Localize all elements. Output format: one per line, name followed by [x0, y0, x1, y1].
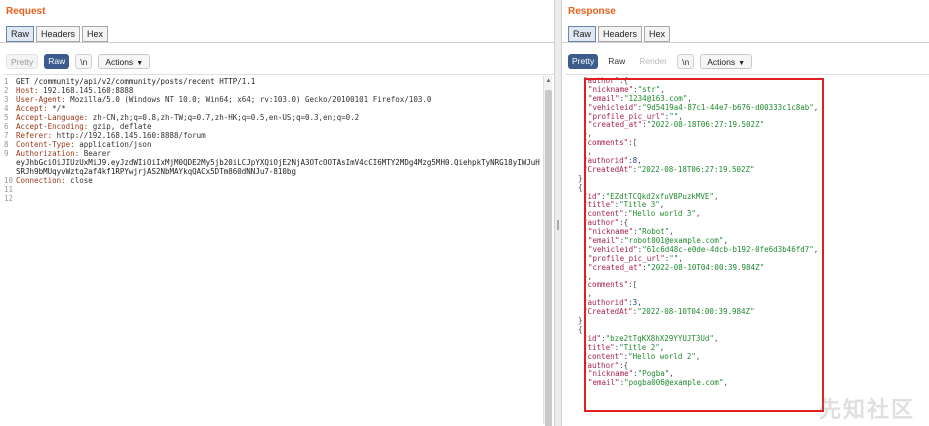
request-tabs-divider	[0, 42, 554, 43]
request-actions-button[interactable]: Actions ▼	[98, 54, 151, 69]
response-tab-headers[interactable]: Headers	[598, 26, 643, 42]
header-value: zh-CN,zh;q=0.8,zh-TW;q=0.7,zh-HK;q=0.5,e…	[88, 113, 360, 122]
response-actions-label: Actions	[707, 57, 736, 67]
response-pane: Response Raw Headers Hex Pretty Raw Rend…	[562, 0, 929, 426]
header-value: Mozilla/5.0 (Windows NT 10.0; Win64; x64…	[65, 95, 432, 104]
request-line[interactable]: SRJh9bMUqyvWztq2af4kf1RPYwjrjAS2NbMAYkqQ…	[16, 167, 540, 176]
header-value: Bearer	[79, 149, 111, 158]
request-raw-button[interactable]: Raw	[44, 54, 70, 69]
request-editor[interactable]: 1 2 3 4 5 6 7 8 9 10 11 12 GET /community/api/v2/co…	[4, 74, 554, 426]
response-render-button[interactable]: Render	[635, 54, 671, 69]
line-number: 3	[4, 95, 9, 104]
line-number: 6	[4, 122, 9, 131]
request-pane: Request Raw Headers Hex Pretty Raw \n Ac…	[0, 0, 554, 426]
json-punct: {	[578, 324, 583, 334]
header-name: Accept-Encoding:	[16, 122, 89, 131]
response-raw-button[interactable]: Raw	[604, 54, 629, 69]
scrollbar-thumb[interactable]	[545, 90, 552, 426]
chevron-down-icon: ▼	[136, 60, 144, 67]
line-number: 10	[4, 176, 14, 185]
line-number: 11	[4, 185, 14, 194]
header-name: Host:	[16, 86, 39, 95]
request-line[interactable]: Host: 192.168.145.160:8888	[16, 86, 540, 95]
response-newline-toggle[interactable]: \n	[677, 54, 695, 69]
pane-splitter[interactable]	[554, 0, 562, 426]
request-tabs: Raw Headers Hex	[6, 26, 109, 42]
response-tab-hex[interactable]: Hex	[644, 26, 671, 42]
request-line[interactable]: Accept: */*	[16, 104, 540, 113]
header-name: Content-Type:	[16, 140, 75, 149]
scroll-up-arrow-icon[interactable]: ▲	[545, 77, 552, 85]
header-value: application/json	[74, 140, 152, 149]
line-text: GET /community/api/v2/community/posts/re…	[16, 77, 256, 86]
response-title: Response	[568, 6, 616, 17]
line-number: 1	[4, 77, 9, 86]
line-number: 9	[4, 149, 9, 158]
header-value: */*	[47, 104, 66, 113]
request-tab-hex[interactable]: Hex	[82, 26, 109, 42]
line-number	[4, 158, 14, 167]
request-pretty-button[interactable]: Pretty	[6, 54, 39, 69]
header-name: Accept-Language:	[16, 113, 89, 122]
watermark: 先知社区	[818, 398, 915, 423]
header-value: close	[65, 176, 93, 185]
line-text: eyJhbGciOiJIUzUxMiJ9.eyJzdWIiOiIxMjM0QDE…	[16, 158, 540, 167]
request-actions-label: Actions	[105, 57, 134, 67]
request-line[interactable]: Referer: http://192.168.145.160:8888/for…	[16, 131, 540, 140]
request-title: Request	[6, 6, 46, 17]
request-line[interactable]: Accept-Encoding: gzip, deflate	[16, 122, 540, 131]
line-number: 12	[4, 194, 14, 203]
request-raw-text[interactable]: GET /community/api/v2/community/posts/re…	[16, 77, 540, 203]
request-tab-headers[interactable]: Headers	[36, 26, 81, 42]
red-highlight-box	[584, 78, 824, 412]
line-number	[4, 167, 14, 176]
line-number: 7	[4, 131, 9, 140]
response-actions-button[interactable]: Actions ▼	[700, 54, 753, 69]
request-line-numbers: 1 2 3 4 5 6 7 8 9 10 11 12	[4, 77, 14, 203]
header-name: User-Agent:	[16, 95, 66, 104]
request-line[interactable]: Accept-Language: zh-CN,zh;q=0.8,zh-TW;q=…	[16, 113, 540, 122]
header-value: http://192.168.145.160:8888/forum	[52, 131, 206, 140]
header-value: 192.168.145.160:8888	[38, 86, 134, 95]
response-tab-raw[interactable]: Raw	[568, 26, 597, 42]
response-tabs-divider	[562, 42, 929, 43]
chevron-down-icon: ▼	[738, 60, 746, 67]
header-name: Referer:	[16, 131, 53, 140]
header-name: Authorization:	[16, 149, 80, 158]
line-number: 8	[4, 140, 9, 149]
response-toolbar: Pretty Raw Render \n Actions ▼	[568, 54, 753, 69]
request-line[interactable]: Connection: close	[16, 176, 540, 185]
request-toolbar: Pretty Raw \n Actions ▼	[6, 54, 151, 69]
response-pretty-button[interactable]: Pretty	[568, 54, 599, 69]
request-line[interactable]: User-Agent: Mozilla/5.0 (Windows NT 10.0…	[16, 95, 540, 104]
request-line[interactable]: Authorization: Bearer	[16, 149, 540, 158]
line-number: 5	[4, 113, 9, 122]
header-name: Connection:	[16, 176, 66, 185]
request-scrollbar[interactable]: ▲	[543, 76, 552, 426]
request-line[interactable]	[16, 185, 540, 194]
request-line[interactable]: eyJhbGciOiJIUzUxMiJ9.eyJzdWIiOiIxMjM0QDE…	[16, 158, 540, 167]
response-tabs: Raw Headers Hex	[568, 26, 671, 42]
line-number: 2	[4, 86, 9, 95]
splitter-grip-icon[interactable]	[557, 220, 559, 230]
json-punct: {	[578, 182, 583, 192]
request-line[interactable]: Content-Type: application/json	[16, 140, 540, 149]
request-line[interactable]	[16, 194, 540, 203]
line-text: SRJh9bMUqyvWztq2af4kf1RPYwjrjAS2NbMAYkqQ…	[16, 167, 296, 176]
request-newline-toggle[interactable]: \n	[75, 54, 93, 69]
header-value: gzip, deflate	[88, 122, 152, 131]
header-name: Accept:	[16, 104, 48, 113]
request-tab-raw[interactable]: Raw	[6, 26, 35, 42]
line-number: 4	[4, 104, 9, 113]
request-line[interactable]: GET /community/api/v2/community/posts/re…	[16, 77, 540, 86]
